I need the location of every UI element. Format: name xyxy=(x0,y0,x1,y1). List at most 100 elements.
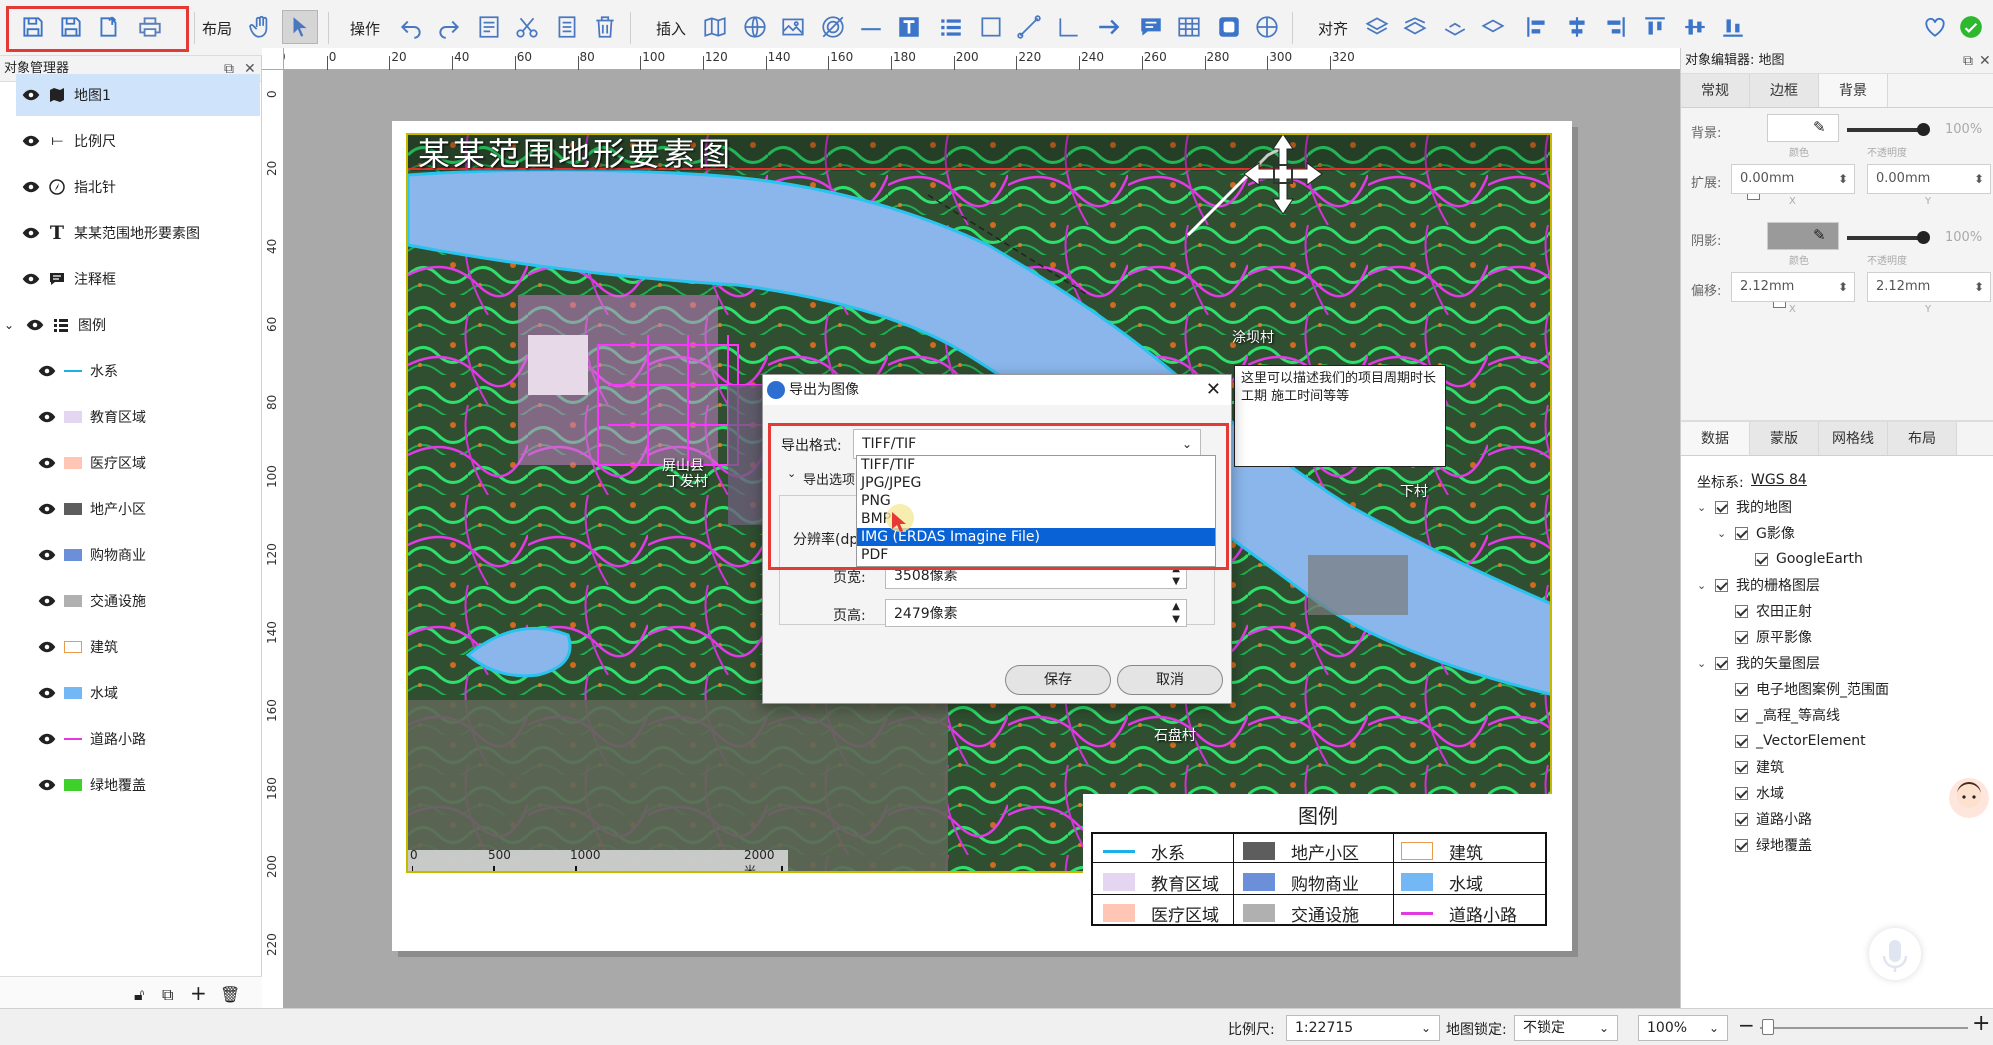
layer-top-icon[interactable] xyxy=(1478,10,1508,44)
delete-icon[interactable] xyxy=(590,10,620,44)
zoom-select[interactable]: 100% ⌄ xyxy=(1638,1015,1728,1041)
layer-checkbox[interactable] xyxy=(1735,734,1748,748)
spinner-icon[interactable]: ⬍ xyxy=(1838,165,1848,193)
eye-icon[interactable] xyxy=(26,319,44,331)
chevron-down-icon[interactable]: ⌄ xyxy=(1697,657,1715,670)
align-right-icon[interactable] xyxy=(1600,10,1630,44)
legend-item[interactable]: 医疗区域 xyxy=(38,441,146,485)
frame-icon[interactable] xyxy=(1214,10,1244,44)
layer-checkbox[interactable] xyxy=(1735,760,1748,774)
zoom-slider-handle[interactable] xyxy=(1762,1019,1774,1035)
tab-tabs-2[interactable]: 背景 xyxy=(1819,74,1888,107)
eye-icon[interactable] xyxy=(38,733,56,745)
legend-item[interactable]: 绿地覆盖 xyxy=(38,763,146,807)
close-panel-icon[interactable]: ✕ xyxy=(1979,48,1991,74)
layer-tree-item[interactable]: ⌄ 我的地图 xyxy=(1697,494,1792,520)
tab-tabs2-3[interactable]: 布局 xyxy=(1888,422,1957,455)
target-icon[interactable] xyxy=(818,10,848,44)
eye-icon[interactable] xyxy=(22,135,40,147)
opacity-slider-handle[interactable] xyxy=(1917,123,1930,136)
rectangle-icon[interactable] xyxy=(976,10,1006,44)
duplicate-icon[interactable]: ⧉ xyxy=(162,985,173,1005)
eye-icon[interactable] xyxy=(22,89,40,101)
shadow-color-swatch[interactable] xyxy=(1767,222,1839,250)
hand-pan-icon[interactable] xyxy=(246,10,276,44)
tab-tabs2-1[interactable]: 蒙版 xyxy=(1750,422,1819,455)
eye-icon[interactable] xyxy=(38,549,56,561)
lock-icon[interactable]: 🔓︎ xyxy=(134,985,144,1005)
opacity-slider[interactable] xyxy=(1847,128,1927,132)
eyedropper-icon[interactable]: ✎ xyxy=(1813,118,1826,136)
north-arrow[interactable] xyxy=(1238,135,1328,219)
layer-checkbox[interactable] xyxy=(1735,708,1748,722)
align-left-icon[interactable] xyxy=(1522,10,1552,44)
float-panel-icon[interactable]: ⧉ xyxy=(1963,48,1973,74)
line-icon[interactable] xyxy=(856,10,886,44)
spinner-icon[interactable]: ⬍ xyxy=(1838,273,1848,301)
object-item-annotation-box[interactable]: 注释框 xyxy=(22,257,116,301)
web-icon[interactable] xyxy=(1252,10,1282,44)
offset-y-input[interactable]: 2.12mm ⬍ xyxy=(1867,272,1991,302)
zoom-slider[interactable] xyxy=(1760,1027,1968,1029)
layer-tree-item[interactable]: 原平影像 xyxy=(1717,624,1812,650)
layer-tree-item[interactable]: 农田正射 xyxy=(1717,598,1812,624)
undo-icon[interactable] xyxy=(396,10,426,44)
crs-value[interactable]: WGS 84 xyxy=(1751,472,1807,488)
eye-icon[interactable] xyxy=(22,227,40,239)
layer-checkbox[interactable] xyxy=(1735,526,1748,540)
eye-icon[interactable] xyxy=(38,457,56,469)
spinner-icon[interactable]: ⬍ xyxy=(1974,273,1984,301)
eye-icon[interactable] xyxy=(22,273,40,285)
spinner-icon[interactable]: ▲ ▼ xyxy=(1172,600,1180,626)
polyline-icon[interactable] xyxy=(1014,10,1044,44)
annotation-box[interactable]: 这里可以描述我们的项目周期时长 工期 施工时间等等 xyxy=(1234,365,1446,467)
tab-tabs2-0[interactable]: 数据 xyxy=(1681,422,1750,455)
chevron-down-icon[interactable]: ⌄ xyxy=(1697,501,1715,514)
layer-checkbox[interactable] xyxy=(1715,500,1728,514)
layer-tree-item[interactable]: 绿地覆盖 xyxy=(1717,832,1812,858)
height-input[interactable]: 2479像素 ▲ ▼ xyxy=(885,599,1187,627)
eye-icon[interactable] xyxy=(38,365,56,377)
offset-x-input[interactable]: 2.12mm ⬍ xyxy=(1731,272,1855,302)
align-top-icon[interactable] xyxy=(1640,10,1670,44)
shadow-opacity-slider[interactable] xyxy=(1847,236,1927,240)
comment-box-icon[interactable] xyxy=(1136,10,1166,44)
layer-down-icon[interactable] xyxy=(1400,10,1430,44)
legend-item[interactable]: 购物商业 xyxy=(38,533,146,577)
eye-icon[interactable] xyxy=(38,595,56,607)
map-title[interactable]: 某某范围地形要素图 xyxy=(418,135,733,175)
eye-icon[interactable] xyxy=(38,641,56,653)
select-pointer-icon[interactable] xyxy=(282,10,318,44)
layer-checkbox[interactable] xyxy=(1735,604,1748,618)
trash-icon[interactable]: 🗑︎ xyxy=(220,985,240,1004)
map-lock-select[interactable]: 不锁定 ⌄ xyxy=(1514,1015,1618,1041)
scale-select[interactable]: 1:22715 ⌄ xyxy=(1286,1015,1440,1041)
scale-bar[interactable]: 0 500 1000 2000 米 xyxy=(408,848,788,871)
wechat-icon[interactable] xyxy=(1956,10,1986,44)
text-box-icon[interactable] xyxy=(894,10,924,44)
layer-tree-item[interactable]: _VectorElement xyxy=(1717,728,1866,754)
layer-tree-item[interactable]: ⌄ G影像 xyxy=(1717,520,1795,546)
object-item-map1[interactable]: 地图1 xyxy=(22,73,111,117)
layer-tree-item[interactable]: ⌄ 我的矢量图层 xyxy=(1697,650,1820,676)
edit-doc-icon[interactable] xyxy=(474,10,504,44)
chevron-down-icon[interactable]: ⌄ xyxy=(1717,527,1735,540)
align-center-icon[interactable] xyxy=(1562,10,1592,44)
layer-tree-item[interactable]: 建筑 xyxy=(1717,754,1784,780)
layer-checkbox[interactable] xyxy=(1715,656,1728,670)
legend-item[interactable]: 水域 xyxy=(38,671,118,715)
layer-up-icon[interactable] xyxy=(1362,10,1392,44)
layer-checkbox[interactable] xyxy=(1735,682,1748,696)
axis-icon[interactable] xyxy=(1054,10,1084,44)
image-icon[interactable] xyxy=(778,10,808,44)
add-icon[interactable]: + xyxy=(190,981,207,1005)
insert-map-icon[interactable] xyxy=(700,10,730,44)
assistant-avatar[interactable] xyxy=(1949,778,1989,818)
eye-icon[interactable] xyxy=(38,779,56,791)
microphone-button[interactable] xyxy=(1869,928,1921,980)
save-button[interactable]: 保存 xyxy=(1005,665,1111,695)
zoom-out-icon[interactable]: − xyxy=(1738,1013,1755,1037)
layer-checkbox[interactable] xyxy=(1715,578,1728,592)
globe-icon[interactable] xyxy=(740,10,770,44)
align-bottom-icon[interactable] xyxy=(1718,10,1748,44)
